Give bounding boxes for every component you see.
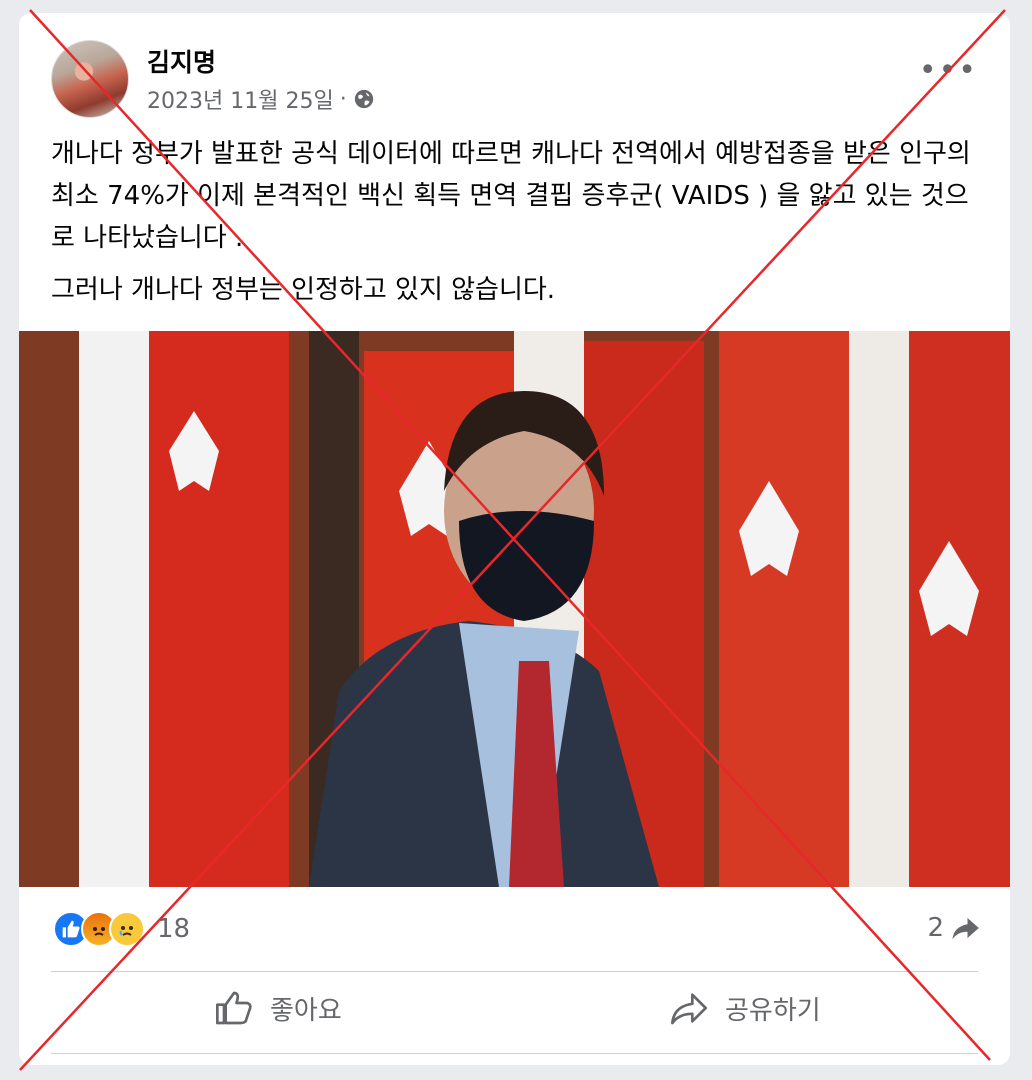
share-count[interactable]: 2 (927, 913, 980, 943)
globe-icon (354, 89, 373, 109)
photo-illustration (19, 331, 1010, 887)
post-paragraph: 개나다 정부가 발표한 공식 데이터에 따르면 캐나다 전역에서 예방접종을 받… (51, 139, 971, 253)
post-photo[interactable] (19, 331, 1010, 887)
like-button[interactable]: 좋아요 (214, 988, 342, 1028)
reactions-summary[interactable]: 18 (53, 911, 190, 947)
author-name[interactable]: 김지명 (147, 43, 216, 79)
post-paragraph: 그러나 개나다 정부는 인정하고 있지 않습니다. (51, 275, 556, 305)
share-count-number: 2 (927, 913, 944, 943)
post-date[interactable]: 2023년 11월 25일 (147, 83, 334, 115)
post-card: 김지명 2023년 11월 25일 · ••• 개나다 정부가 발표한 공식 데… (19, 13, 1010, 1065)
reaction-count[interactable]: 18 (157, 914, 190, 944)
share-button-label: 공유하기 (725, 995, 821, 1026)
divider (51, 1053, 978, 1054)
share-button[interactable]: 공유하기 (669, 988, 821, 1028)
avatar[interactable] (51, 40, 129, 118)
post-text: 개나다 정부가 발표한 공식 데이터에 따르면 캐나다 전역에서 예방접종을 받… (51, 133, 986, 311)
like-button-label: 좋아요 (270, 995, 342, 1026)
sad-icon (109, 911, 145, 947)
share-arrow-icon (952, 918, 979, 940)
post-meta: 2023년 11월 25일 · (147, 83, 375, 115)
meta-separator: · (339, 86, 347, 112)
share-icon (671, 993, 707, 1025)
more-options-button[interactable]: ••• (919, 56, 978, 86)
thumbs-up-icon (216, 991, 252, 1025)
divider (51, 971, 978, 972)
